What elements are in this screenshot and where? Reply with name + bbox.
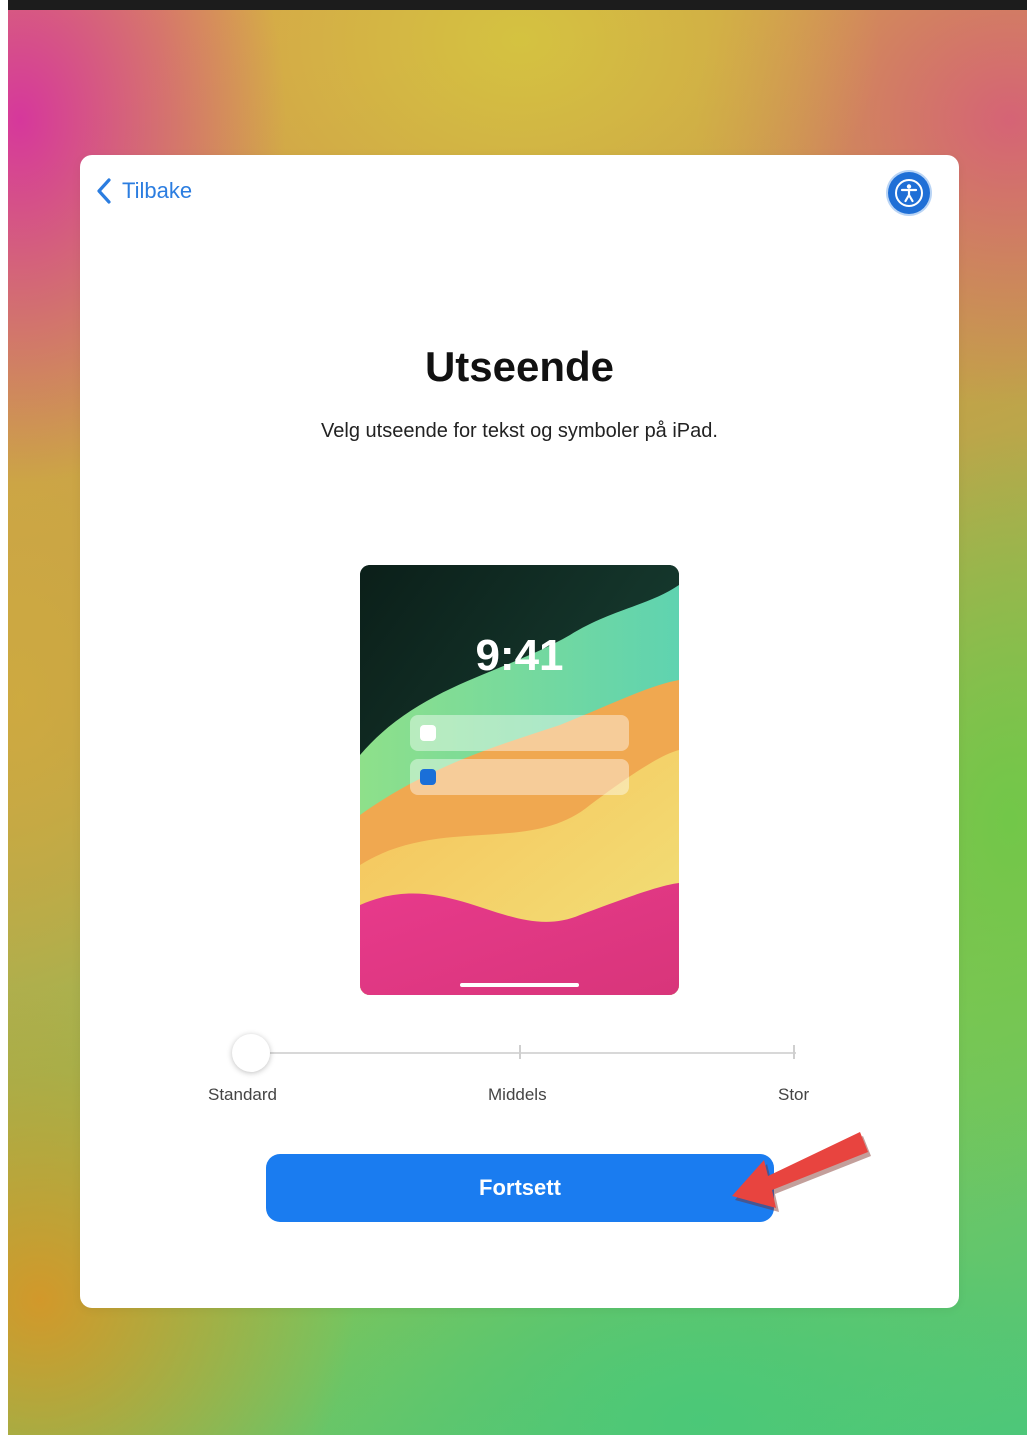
slider-label-standard: Standard — [208, 1085, 277, 1104]
slider-track — [250, 1052, 796, 1054]
lock-screen-preview: 9:41 — [360, 565, 679, 995]
slider-tick — [519, 1045, 521, 1059]
notification-icon — [420, 769, 436, 785]
preview-notification — [410, 759, 629, 795]
slider-thumb[interactable] — [232, 1034, 270, 1072]
slider-label-middels: Middels — [488, 1085, 547, 1104]
home-indicator — [460, 983, 579, 987]
preview-notification — [410, 715, 629, 751]
notification-icon — [420, 725, 436, 741]
back-button[interactable]: Tilbake — [96, 177, 192, 205]
lock-screen-time: 9:41 — [475, 631, 564, 680]
bottom-edge — [0, 1435, 1027, 1439]
accessibility-button[interactable] — [888, 172, 930, 214]
continue-button[interactable]: Fortsett — [266, 1154, 774, 1222]
page-title: Utseende — [424, 343, 615, 390]
text-size-slider[interactable] — [232, 1034, 796, 1072]
page-subtitle: Velg utseende for tekst og symboler på i… — [321, 420, 718, 442]
slider-label-stor: Stor — [778, 1085, 810, 1104]
back-label: Tilbake — [122, 178, 193, 203]
left-edge — [0, 0, 8, 1439]
chevron-left-icon — [97, 178, 111, 204]
accessibility-icon — [895, 179, 923, 207]
top-edge — [0, 0, 1027, 10]
annotation-arrow-icon — [732, 1132, 871, 1212]
slider-tick — [793, 1045, 795, 1059]
